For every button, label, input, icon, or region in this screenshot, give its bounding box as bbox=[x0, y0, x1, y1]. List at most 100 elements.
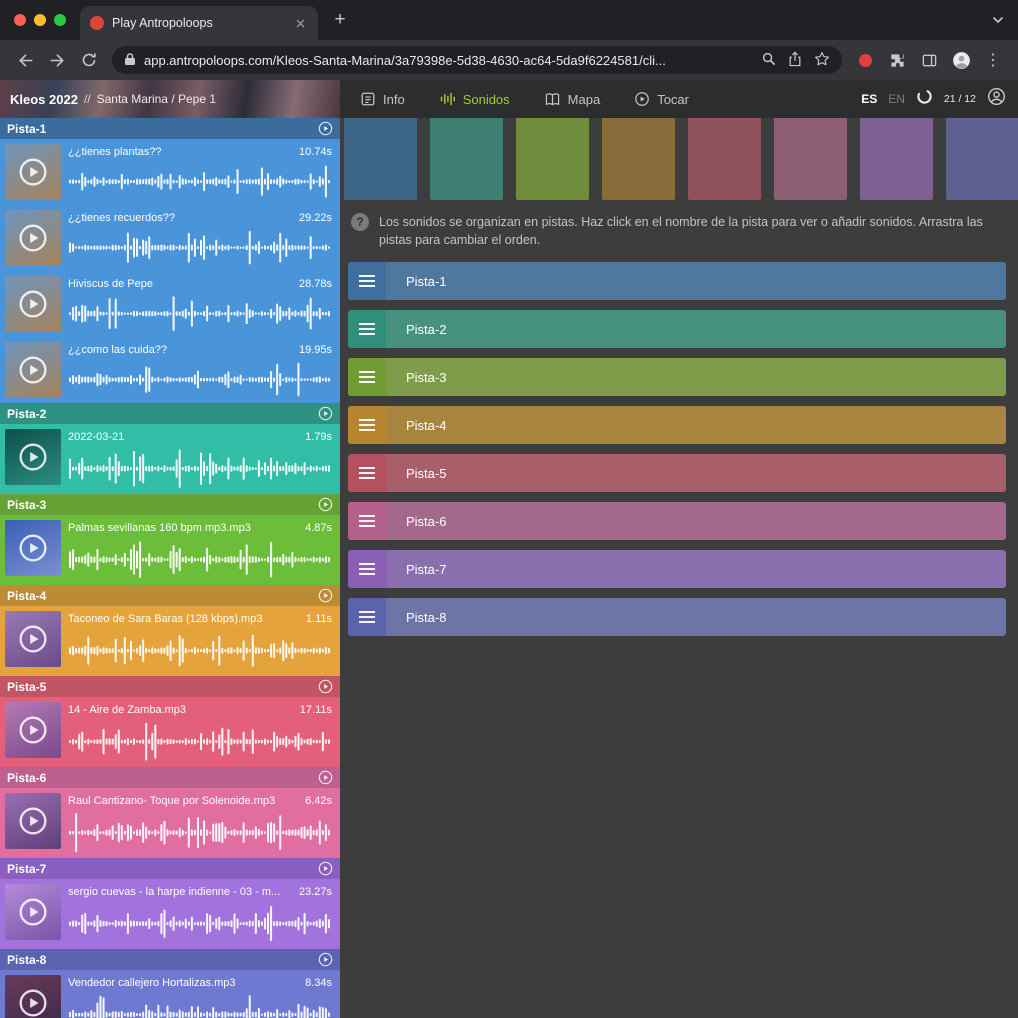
nav-tab-mapa[interactable]: Mapa bbox=[544, 92, 601, 107]
track-header[interactable]: Pista-1 bbox=[0, 118, 340, 139]
track-bar-pista-1[interactable]: Pista-1 bbox=[348, 262, 1006, 300]
color-swatch-pista-5[interactable] bbox=[688, 118, 761, 200]
clip-play-button[interactable] bbox=[18, 157, 48, 187]
clip-play-button[interactable] bbox=[18, 355, 48, 385]
address-bar[interactable]: app.antropoloops.com/Kleos-Santa-Marina/… bbox=[112, 46, 842, 74]
profile-avatar-icon[interactable] bbox=[946, 45, 976, 75]
back-icon[interactable] bbox=[10, 45, 40, 75]
clip-play-button[interactable] bbox=[18, 442, 48, 472]
tab-search-chevron-icon[interactable] bbox=[992, 16, 1004, 24]
track-play-button[interactable] bbox=[318, 406, 333, 421]
track-bar-label: Pista-4 bbox=[386, 406, 446, 444]
drag-handle[interactable] bbox=[348, 310, 386, 348]
breadcrumb[interactable]: Kleos 2022 // Santa Marina / Pepe 1 bbox=[0, 80, 340, 118]
clip-play-button[interactable] bbox=[18, 289, 48, 319]
track-bar-pista-2[interactable]: Pista-2 bbox=[348, 310, 1006, 348]
track-header[interactable]: Pista-6 bbox=[0, 767, 340, 788]
clip-row[interactable]: ¿¿tienes plantas??10.74s bbox=[0, 139, 340, 205]
clip-waveform bbox=[68, 448, 332, 489]
drag-handle[interactable] bbox=[348, 262, 386, 300]
side-panel-icon[interactable] bbox=[914, 45, 944, 75]
track-header[interactable]: Pista-7 bbox=[0, 858, 340, 879]
clip-row[interactable]: Taconeo de Sara Baras (128 kbps).mp31.11… bbox=[0, 606, 340, 676]
clip-artwork bbox=[5, 793, 61, 849]
color-swatch-pista-6[interactable] bbox=[774, 118, 847, 200]
track-bar-pista-6[interactable]: Pista-6 bbox=[348, 502, 1006, 540]
clip-row[interactable]: ¿¿tienes recuerdos??29.22s bbox=[0, 205, 340, 271]
clip-play-button[interactable] bbox=[18, 988, 48, 1018]
track-header[interactable]: Pista-8 bbox=[0, 949, 340, 970]
clip-play-button[interactable] bbox=[18, 533, 48, 563]
drag-handle[interactable] bbox=[348, 598, 386, 636]
nav-tab-info[interactable]: Info bbox=[360, 91, 405, 107]
window-zoom-button[interactable] bbox=[54, 14, 66, 26]
new-tab-button[interactable]: + bbox=[326, 6, 354, 34]
clip-waveform bbox=[68, 361, 332, 398]
reload-icon[interactable] bbox=[74, 45, 104, 75]
track-name: Pista-5 bbox=[7, 680, 318, 694]
clip-waveform bbox=[68, 630, 332, 671]
color-swatch-pista-4[interactable] bbox=[602, 118, 675, 200]
bookmark-star-icon[interactable] bbox=[814, 51, 830, 70]
extensions-puzzle-icon[interactable] bbox=[882, 45, 912, 75]
drag-handle[interactable] bbox=[348, 502, 386, 540]
clip-play-button[interactable] bbox=[18, 897, 48, 927]
window-minimize-button[interactable] bbox=[34, 14, 46, 26]
clip-row[interactable]: Palmas sevillanas 160 bpm mp3.mp34.87s bbox=[0, 515, 340, 585]
color-swatch-pista-7[interactable] bbox=[860, 118, 933, 200]
drag-handle[interactable] bbox=[348, 358, 386, 396]
color-swatch-pista-1[interactable] bbox=[344, 118, 417, 200]
track-play-button[interactable] bbox=[318, 588, 333, 603]
clip-play-button[interactable] bbox=[18, 223, 48, 253]
drag-handle[interactable] bbox=[348, 406, 386, 444]
clip-body: Raul Cantizano- Toque por Solenoide.mp36… bbox=[68, 793, 332, 853]
drag-handle[interactable] bbox=[348, 454, 386, 492]
track-bar-pista-5[interactable]: Pista-5 bbox=[348, 454, 1006, 492]
color-swatch-pista-8[interactable] bbox=[946, 118, 1018, 200]
clip-row[interactable]: 14 - Aire de Zamba.mp317.11s bbox=[0, 697, 340, 767]
track-play-button[interactable] bbox=[318, 952, 333, 967]
forward-icon[interactable] bbox=[42, 45, 72, 75]
track-header[interactable]: Pista-2 bbox=[0, 403, 340, 424]
track-header[interactable]: Pista-5 bbox=[0, 676, 340, 697]
lang-es-button[interactable]: ES bbox=[861, 92, 877, 106]
nav-tab-sonidos[interactable]: Sonidos bbox=[439, 91, 510, 107]
account-icon[interactable] bbox=[987, 87, 1006, 111]
clip-play-button[interactable] bbox=[18, 715, 48, 745]
recording-extension-icon[interactable] bbox=[850, 45, 880, 75]
clip-row[interactable]: sergio cuevas - la harpe indienne - 03 -… bbox=[0, 879, 340, 949]
track-header[interactable]: Pista-4 bbox=[0, 585, 340, 606]
nav-tab-tocar-label: Tocar bbox=[657, 92, 689, 107]
lang-en-button[interactable]: EN bbox=[888, 92, 905, 106]
track-bar-pista-8[interactable]: Pista-8 bbox=[348, 598, 1006, 636]
breadcrumb-separator: // bbox=[84, 92, 91, 106]
nav-tab-tocar[interactable]: Tocar bbox=[634, 91, 689, 107]
clip-row[interactable]: 2022-03-211.79s bbox=[0, 424, 340, 494]
track-play-button[interactable] bbox=[318, 770, 333, 785]
clip-row[interactable]: Hiviscus de Pepe28.78s bbox=[0, 271, 340, 337]
clip-row[interactable]: Raul Cantizano- Toque por Solenoide.mp36… bbox=[0, 788, 340, 858]
main-panel: ? Los sonidos se organizan en pistas. Ha… bbox=[340, 118, 1018, 1018]
track-play-button[interactable] bbox=[318, 121, 333, 136]
zoom-icon[interactable] bbox=[761, 51, 776, 69]
window-close-button[interactable] bbox=[14, 14, 26, 26]
color-swatch-pista-3[interactable] bbox=[516, 118, 589, 200]
track-play-button[interactable] bbox=[318, 861, 333, 876]
track-play-button[interactable] bbox=[318, 497, 333, 512]
clip-play-button[interactable] bbox=[18, 806, 48, 836]
clip-body: sergio cuevas - la harpe indienne - 03 -… bbox=[68, 884, 332, 944]
clip-row[interactable]: Vendedor callejero Hortalizas.mp38.34s bbox=[0, 970, 340, 1018]
track-bar-pista-7[interactable]: Pista-7 bbox=[348, 550, 1006, 588]
share-icon[interactable] bbox=[788, 51, 802, 70]
track-play-button[interactable] bbox=[318, 679, 333, 694]
track-header[interactable]: Pista-3 bbox=[0, 494, 340, 515]
tab-close-icon[interactable] bbox=[292, 15, 308, 31]
clip-row[interactable]: ¿¿como las cuida??19.95s bbox=[0, 337, 340, 403]
clip-play-button[interactable] bbox=[18, 624, 48, 654]
track-bar-pista-3[interactable]: Pista-3 bbox=[348, 358, 1006, 396]
drag-handle[interactable] bbox=[348, 550, 386, 588]
browser-menu-icon[interactable]: ⋮ bbox=[978, 45, 1008, 75]
browser-tab[interactable]: Play Antropoloops bbox=[80, 6, 318, 40]
color-swatch-pista-2[interactable] bbox=[430, 118, 503, 200]
track-bar-pista-4[interactable]: Pista-4 bbox=[348, 406, 1006, 444]
